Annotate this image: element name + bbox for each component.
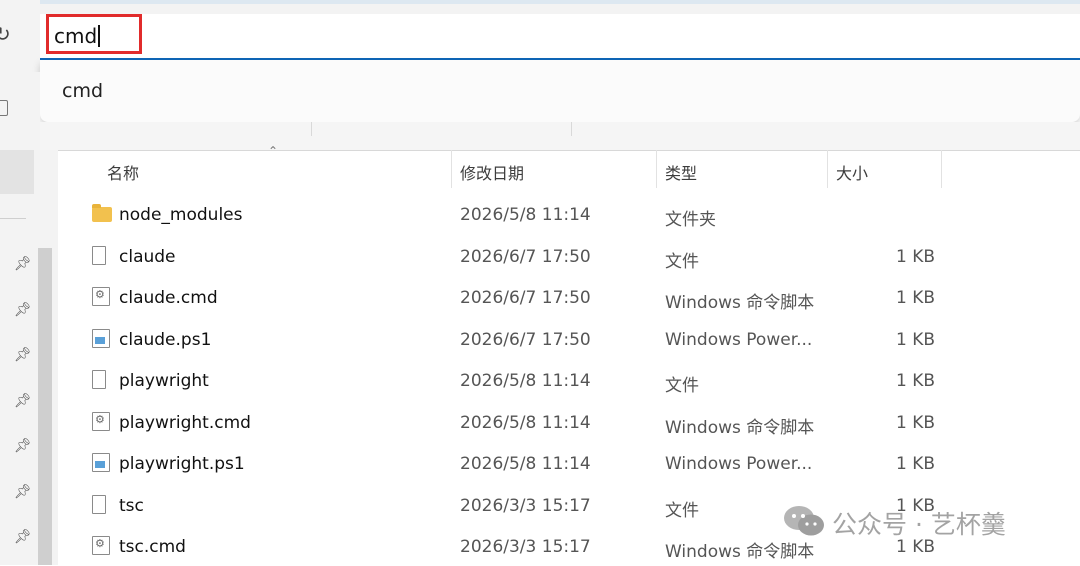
wechat-logo-icon (784, 506, 824, 536)
column-header-name[interactable]: 名称 (107, 160, 139, 184)
pin-icon[interactable]: 📌︎ (14, 347, 32, 363)
powershell-file-icon (92, 453, 110, 472)
address-suggestions-dropdown: cmd (40, 60, 1080, 122)
pin-icon[interactable]: 📌︎ (14, 256, 32, 272)
file-icon (92, 246, 106, 265)
suggestion-item[interactable]: cmd (62, 80, 103, 102)
column-header-size[interactable]: 大小 (836, 160, 868, 184)
file-row[interactable]: claude.ps1 2026/6/7 17:50 Windows Power.… (60, 319, 1080, 359)
column-divider[interactable] (451, 150, 452, 188)
folder-icon (92, 204, 112, 222)
column-divider[interactable] (941, 150, 942, 188)
pin-icon[interactable]: 📌︎ (14, 438, 32, 454)
cmd-file-icon (92, 536, 110, 555)
file-row[interactable]: playwright.cmd 2026/5/8 11:14 Windows 命令… (60, 402, 1080, 442)
column-divider[interactable] (827, 150, 828, 188)
column-header-row: 名称 修改日期 类型 大小 (0, 150, 1080, 188)
cmd-file-icon (92, 412, 110, 431)
watermark-text: 公众号 · 艺杯羹 (832, 510, 1006, 539)
toolbar-divider (571, 122, 572, 136)
nav-divider (0, 218, 26, 219)
file-row[interactable]: playwright.ps1 2026/5/8 11:14 Windows Po… (60, 443, 1080, 483)
column-header-date[interactable]: 修改日期 (460, 160, 524, 184)
refresh-icon[interactable]: ↻ (0, 22, 11, 46)
file-row[interactable]: playwright 2026/5/8 11:14 文件 1 KB (60, 360, 1080, 400)
file-row[interactable]: claude.cmd 2026/6/7 17:50 Windows 命令脚本 1… (60, 277, 1080, 317)
pin-icon[interactable]: 📌︎ (14, 484, 32, 500)
file-icon (92, 370, 106, 389)
nav-scrollbar[interactable] (38, 248, 52, 565)
highlight-annotation-box (46, 14, 142, 54)
details-pane-top (40, 122, 1080, 150)
column-header-type[interactable]: 类型 (665, 160, 697, 184)
title-edge (40, 0, 1080, 4)
file-row[interactable]: node_modules 2026/5/8 11:14 文件夹 (60, 194, 1080, 234)
cmd-file-icon (92, 287, 110, 306)
file-row[interactable]: claude 2026/6/7 17:50 文件 1 KB (60, 236, 1080, 276)
view-icon[interactable] (0, 100, 8, 116)
powershell-file-icon (92, 329, 110, 348)
file-icon (92, 495, 106, 514)
address-bar[interactable]: cmd (40, 14, 1080, 60)
toolbar-divider (311, 122, 312, 136)
pin-icon[interactable]: 📌︎ (14, 393, 32, 409)
pin-icon[interactable]: 📌︎ (14, 302, 32, 318)
pin-icon[interactable]: 📌︎ (14, 529, 32, 545)
column-divider[interactable] (656, 150, 657, 188)
